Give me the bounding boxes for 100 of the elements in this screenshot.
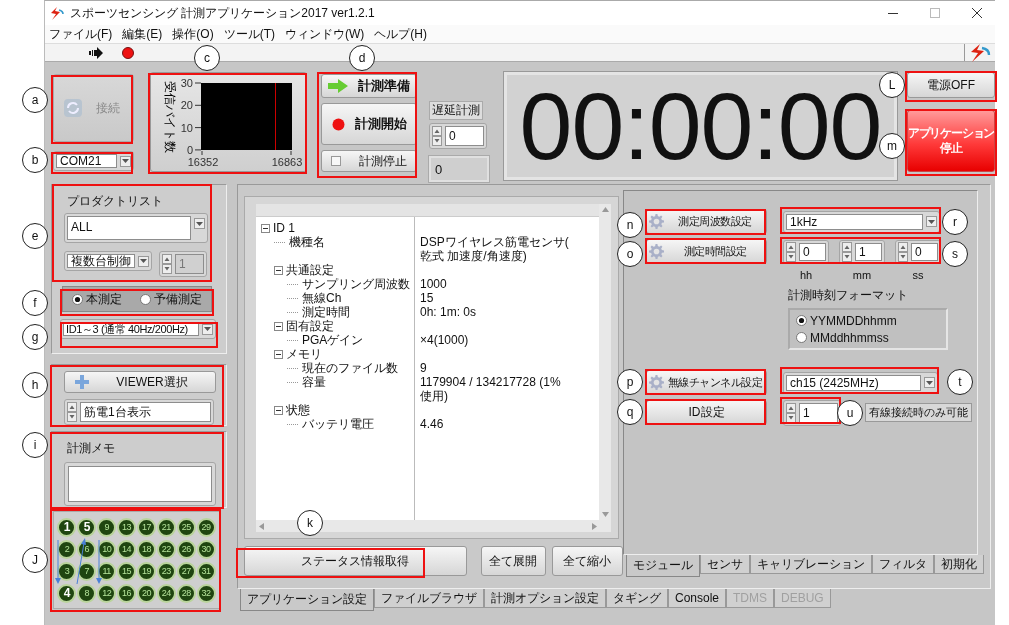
led-indicator[interactable]: 17 [136, 517, 156, 537]
minimize-icon[interactable] [888, 12, 898, 14]
caret-icon [926, 380, 933, 385]
tree-item-label[interactable]: 機種名 [289, 233, 325, 251]
led-indicator[interactable]: 31 [196, 561, 216, 581]
spin-arrows-icon[interactable] [432, 126, 442, 146]
led-indicator[interactable]: 5 [77, 517, 97, 537]
number-field[interactable]: 0 [445, 126, 484, 146]
led-indicator[interactable]: 15 [117, 561, 137, 581]
list-field[interactable]: ALL [67, 216, 191, 240]
tab[interactable]: キャリブレーション [750, 555, 872, 574]
tab[interactable]: Console [668, 589, 727, 608]
dropdown-field[interactable]: 1kHz [786, 213, 923, 230]
tab[interactable]: タギング [606, 589, 668, 608]
led-indicator[interactable]: 23 [156, 561, 176, 581]
tab[interactable]: ファイルブラウザ [374, 589, 484, 608]
dropdown-field[interactable]: 複数台制御 [67, 254, 135, 268]
led-indicator[interactable]: 19 [136, 561, 156, 581]
led-indicator[interactable]: 10 [97, 539, 117, 559]
radio-button[interactable]: 予備測定 [140, 290, 202, 308]
menu-item[interactable]: ファイル(F) [49, 25, 113, 43]
tree-item-label[interactable]: ID 1 [273, 221, 295, 235]
menu-item[interactable]: 操作(O) [172, 25, 214, 43]
led-indicator[interactable]: 24 [156, 583, 176, 603]
led-indicator[interactable]: 6 [77, 539, 97, 559]
spin-arrows-icon[interactable] [786, 241, 796, 262]
led-indicator[interactable]: 25 [176, 517, 196, 537]
led-indicator[interactable]: 20 [136, 583, 156, 603]
led-indicator[interactable]: 4 [57, 583, 77, 603]
radio-button[interactable]: YYMMDDhhmm [796, 313, 940, 328]
close-icon[interactable] [972, 8, 982, 18]
menu-item[interactable]: ウィンドウ(W) [285, 25, 365, 43]
tab[interactable]: モジュール [626, 555, 700, 577]
led-indicator[interactable]: 9 [97, 517, 117, 537]
viewer-button[interactable]: VIEWER選択 [64, 371, 216, 393]
callout-marker: f [22, 290, 48, 316]
led-indicator[interactable]: 29 [196, 517, 216, 537]
spin-arrows-icon[interactable] [786, 402, 796, 423]
start-button[interactable]: 計測開始 [321, 103, 417, 145]
tab[interactable]: センサ [700, 555, 750, 574]
led-indicator[interactable]: 13 [117, 517, 137, 537]
tree-action-button[interactable]: 全て展開 [480, 546, 546, 576]
format-label: 計測時刻フォーマット [788, 287, 909, 304]
tab[interactable]: 計測オプション設定 [484, 589, 606, 608]
tab[interactable]: アプリケーション設定 [240, 589, 374, 611]
stop-button[interactable]: 計測停止 [321, 150, 417, 172]
led-indicator[interactable]: 30 [196, 539, 216, 559]
tree-action-button[interactable]: 全て縮小 [551, 546, 623, 576]
menu-item[interactable]: ツール(T) [223, 25, 275, 43]
number-field[interactable]: 1 [855, 242, 882, 261]
led-indicator[interactable]: 7 [77, 561, 97, 581]
minus-box-icon[interactable] [261, 223, 270, 233]
record-icon[interactable] [122, 46, 134, 59]
led-indicator[interactable]: 32 [196, 583, 216, 603]
led-indicator[interactable]: 1 [57, 517, 77, 537]
dropdown-button[interactable] [926, 216, 937, 227]
led-indicator[interactable]: 12 [97, 583, 117, 603]
led-indicator[interactable]: 18 [136, 539, 156, 559]
led-indicator[interactable]: 27 [176, 561, 196, 581]
stop-app-button[interactable]: アプリケーション 停止 [907, 110, 995, 172]
led-indicator[interactable]: 21 [156, 517, 176, 537]
minus-box-icon[interactable] [274, 265, 283, 275]
dropdown-button[interactable] [194, 218, 205, 229]
number-field[interactable]: 1 [799, 402, 838, 423]
number-field[interactable]: 0 [799, 242, 826, 261]
spin-arrows-icon[interactable] [67, 402, 77, 422]
number-field[interactable]: 筋電1台表示 [80, 402, 211, 422]
tab[interactable]: 初期化 [934, 555, 984, 574]
arrow-icon[interactable] [89, 46, 103, 59]
radio-button[interactable]: 本測定 [72, 290, 122, 308]
number-field[interactable]: 0 [911, 242, 938, 261]
spin-arrows-icon[interactable] [898, 241, 908, 262]
callout-marker: i [22, 432, 48, 458]
minus-box-icon[interactable] [274, 321, 283, 331]
led-indicator[interactable]: 16 [117, 583, 137, 603]
led-indicator[interactable]: 8 [77, 583, 97, 603]
dropdown-button[interactable] [138, 255, 149, 267]
dropdown-button[interactable] [120, 155, 131, 167]
dropdown-field[interactable]: ch15 (2425MHz) [786, 374, 921, 391]
led-indicator[interactable]: 14 [117, 539, 137, 559]
radio-button[interactable]: MMddhhmmss [796, 330, 940, 345]
led-indicator[interactable]: 2 [57, 539, 77, 559]
menu-item[interactable]: 編集(E) [122, 25, 163, 43]
led-indicator[interactable]: 26 [176, 539, 196, 559]
dropdown-button[interactable] [924, 377, 935, 388]
tick-label: 16863 [271, 156, 303, 168]
dropdown-button[interactable] [202, 323, 213, 335]
logo-icon [969, 43, 991, 62]
spin-arrows-icon[interactable] [162, 254, 172, 274]
spin-arrows-icon[interactable] [842, 241, 852, 262]
tree-action-button[interactable]: ステータス情報取得 [244, 546, 467, 576]
minus-box-icon[interactable] [274, 349, 283, 359]
menu-item[interactable]: ヘルプ(H) [374, 25, 427, 43]
minus-box-icon[interactable] [274, 405, 283, 415]
tab[interactable]: フィルタ [872, 555, 934, 574]
power-off-button[interactable]: 電源OFF [907, 72, 995, 98]
prepare-button[interactable]: 計測準備 [321, 74, 417, 98]
led-indicator[interactable]: 22 [156, 539, 176, 559]
led-indicator[interactable]: 28 [176, 583, 196, 603]
dropdown-field[interactable]: COM21 [56, 154, 117, 168]
